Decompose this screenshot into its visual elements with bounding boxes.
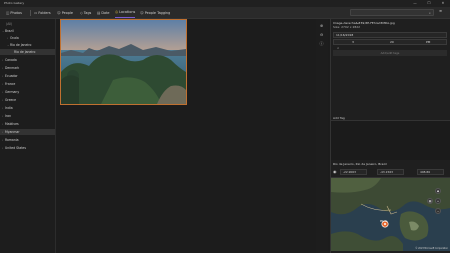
info-icon[interactable]: ⓘ xyxy=(317,40,326,48)
location-name: Rio de Janeiro, Rio de Janeiro, Brazil xyxy=(333,162,387,166)
tree-item-iran[interactable]: › Iran xyxy=(0,113,55,119)
location-icon: ◎ xyxy=(115,10,119,14)
tab-people[interactable]: ☺ People xyxy=(57,7,73,18)
toolbar-divider xyxy=(30,10,31,16)
tree-item-label: Ocala xyxy=(10,36,19,40)
search-icon[interactable]: ⌕ xyxy=(429,10,431,16)
altitude-field[interactable]: 408.86 xyxy=(417,169,444,175)
tree-item-label: Myanmar xyxy=(5,130,20,134)
details-panel: Image-derecha&#39;8E-FEhrsd3MDA.jpg Size… xyxy=(330,19,450,253)
tree-item-label: Germany xyxy=(5,90,20,94)
date-picker[interactable]: 11/16/2018 xyxy=(333,32,447,38)
tree-item-india[interactable]: › India xyxy=(0,105,55,111)
tree-item-label: Greece xyxy=(5,98,17,102)
map-pin-label: Photo xyxy=(380,220,388,223)
tab-date[interactable]: ▤ Date xyxy=(97,7,110,18)
tree-item-canada[interactable]: › Canada xyxy=(0,57,55,63)
tree-item-united-states[interactable]: › United States xyxy=(0,145,55,151)
time-minute[interactable]: 20 xyxy=(390,40,394,45)
zoom-out-icon[interactable]: ⊖ xyxy=(317,31,326,39)
latitude-field[interactable]: -22.9003 xyxy=(340,169,367,175)
tab-tags-label: Tags xyxy=(83,10,92,15)
time-ampm[interactable]: PM xyxy=(426,40,430,45)
location-tree: (All) ⌄Brazil › Ocala ⌄Rio de Janeiro Rio… xyxy=(0,19,56,253)
tree-item-label: Maldives xyxy=(5,122,19,126)
tree-item-romania[interactable]: › Romania xyxy=(0,137,55,143)
coordinates-row: ◉ -22.9003 -43.1563 408.86 xyxy=(331,168,450,175)
maximize-button[interactable]: ☐ xyxy=(422,0,436,7)
tab-folders[interactable]: ▭ Folders xyxy=(34,7,51,18)
tree-item-rio-city[interactable]: Rio de Janeiro xyxy=(0,49,55,55)
tab-people-label: People xyxy=(61,10,74,15)
time-hour[interactable]: 3 xyxy=(352,40,354,45)
tab-locations[interactable]: ◎ Locations xyxy=(115,7,136,18)
minimize-button[interactable]: — xyxy=(408,0,422,7)
compass-icon[interactable]: ◆ xyxy=(435,188,441,194)
tree-item-label: Canada xyxy=(5,58,17,62)
tree-item-all[interactable]: (All) xyxy=(0,21,55,27)
zoom-in-icon[interactable]: ⊕ xyxy=(317,22,326,30)
photo-image xyxy=(61,20,186,104)
photo-thumbnail[interactable] xyxy=(60,19,187,105)
calendar-icon: ▤ xyxy=(97,10,101,15)
location-map[interactable]: Photo ◆ + − ▦ © 2023 Microsoft Corporati… xyxy=(331,177,450,251)
window-title: Photo Gallery xyxy=(4,1,25,5)
tree-item-ecuador[interactable]: › Ecuador xyxy=(0,73,55,79)
tree-item-maldives[interactable]: › Maldives xyxy=(0,121,55,127)
tree-item-denmark[interactable]: › Denmark xyxy=(0,65,55,71)
search-input[interactable]: ⌕ xyxy=(350,9,434,16)
tab-folders-label: Folders xyxy=(38,10,51,15)
tree-item-label: Iran xyxy=(5,114,12,118)
title-bar: Photo Gallery — ☐ ✕ xyxy=(0,0,450,7)
map-zoom-out-icon[interactable]: − xyxy=(435,208,441,214)
tree-item-rio-state[interactable]: ⌄Rio de Janeiro xyxy=(0,42,55,48)
toolbar: ◫ Photos ▭ Folders ☺ People ◇ Tags ▤ Dat… xyxy=(0,7,450,19)
tree-item-greece[interactable]: › Greece xyxy=(0,97,55,103)
edit-tags-button[interactable]: Add/edit tags xyxy=(333,50,447,56)
tree-item-label: Rio de Janeiro xyxy=(14,50,36,54)
tree-item-label: Denmark xyxy=(5,66,20,70)
tree-item-label: (All) xyxy=(6,22,13,26)
tab-people-tagging[interactable]: ☺ People Tagging xyxy=(140,7,170,18)
tree-item-myanmar[interactable]: › Myanmar xyxy=(0,129,55,135)
tree-item-label: Brazil xyxy=(5,29,14,33)
map-image xyxy=(331,178,450,251)
globe-icon[interactable]: ◉ xyxy=(333,168,337,175)
tab-photos[interactable]: ◫ Photos xyxy=(6,7,22,18)
tree-item-ocala[interactable]: › Ocala xyxy=(0,35,55,41)
menu-icon[interactable]: ≡ xyxy=(439,9,442,13)
person-tag-icon: ☺ xyxy=(140,10,144,15)
tree-item-brazil[interactable]: ⌄Brazil xyxy=(0,28,55,34)
file-size: Size: 2702 x 2822 xyxy=(333,25,361,29)
close-button[interactable]: ✕ xyxy=(436,0,450,7)
tab-people-tagging-label: People Tagging xyxy=(144,10,171,15)
tree-item-label: Rio de Janeiro xyxy=(10,43,32,47)
map-credit: © 2023 Microsoft Corporation xyxy=(415,247,448,250)
tree-item-label: United States xyxy=(5,146,26,150)
tree-item-label: Romania xyxy=(5,138,19,142)
map-layers-icon[interactable]: ▦ xyxy=(427,198,433,204)
tag-list[interactable] xyxy=(331,120,450,160)
tab-date-label: Date xyxy=(101,10,110,15)
tree-item-france[interactable]: › France xyxy=(0,81,55,87)
photos-icon: ◫ xyxy=(6,10,10,15)
map-zoom-in-icon[interactable]: + xyxy=(435,198,441,204)
zoom-toolbar: ⊕ ⊖ ⓘ xyxy=(316,19,328,253)
tree-item-label: France xyxy=(5,82,16,86)
longitude-field[interactable]: -43.1563 xyxy=(377,169,404,175)
tree-item-label: Ecuador xyxy=(5,74,18,78)
tag-icon: ◇ xyxy=(80,10,83,15)
tree-item-germany[interactable]: › Germany xyxy=(0,89,55,95)
tree-item-label: India xyxy=(5,106,13,110)
tab-locations-label: Locations xyxy=(119,10,136,14)
folder-icon: ▭ xyxy=(34,10,38,15)
tab-tags[interactable]: ◇ Tags xyxy=(80,7,91,18)
time-picker[interactable]: 3 20 PM xyxy=(333,39,447,45)
people-icon: ☺ xyxy=(57,10,61,15)
tab-photos-label: Photos xyxy=(10,10,22,15)
